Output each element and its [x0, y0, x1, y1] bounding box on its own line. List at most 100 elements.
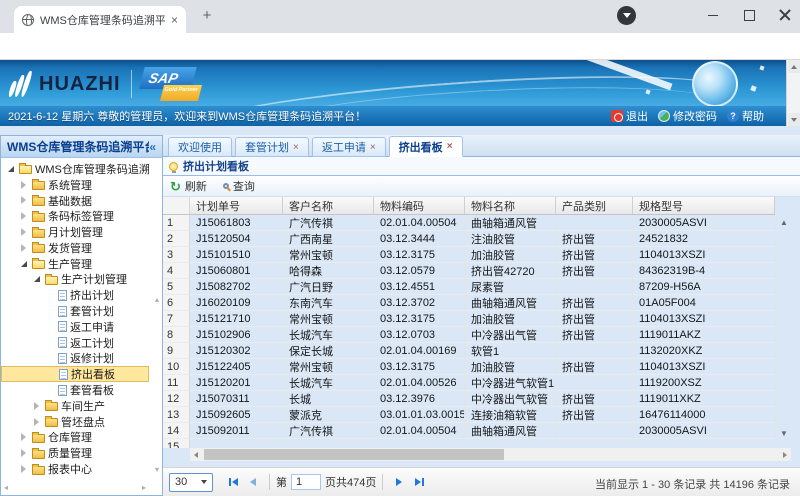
- tree-toggle-icon[interactable]: [5, 166, 16, 172]
- browser-tab[interactable]: WMS仓库管理条码追溯平台 ×: [14, 6, 186, 33]
- new-tab-button[interactable]: +: [198, 8, 216, 26]
- last-page-button[interactable]: [409, 472, 429, 492]
- page-number-input[interactable]: 1: [291, 474, 321, 490]
- scroll-down-icon[interactable]: [788, 113, 800, 126]
- tree-node[interactable]: 月计划管理: [1, 224, 149, 240]
- grid-horizontal-scrollbar[interactable]: [190, 448, 791, 461]
- panel-title-text: 挤出计划看板: [183, 158, 249, 174]
- table-row[interactable]: 9 J15120302 保定长城 02.01.04.00169 软管1 1132…: [163, 343, 775, 359]
- browser-profile-icon[interactable]: [617, 6, 636, 25]
- tree-toggle-icon[interactable]: [18, 196, 29, 204]
- table-row[interactable]: 10 J15122405 常州宝顿 03.12.3175 加油胶管 挤出管 11…: [163, 359, 775, 375]
- grid-header-plan-no[interactable]: 计划单号: [190, 197, 283, 214]
- tab-close-icon[interactable]: ×: [293, 142, 299, 153]
- tree-node[interactable]: 条码标签管理: [1, 208, 149, 224]
- table-row[interactable]: 4 J15060801 哈得森 03.12.0579 挤出管42720 挤出管 …: [163, 263, 775, 279]
- table-row[interactable]: 8 J15102906 长城汽车 03.12.0703 中冷器出气管 挤出管 1…: [163, 327, 775, 343]
- tab-close-icon[interactable]: ×: [447, 141, 453, 152]
- sidebar-collapse-icon[interactable]: «: [149, 140, 156, 154]
- cell-row-number: 2: [163, 231, 190, 247]
- tree-node[interactable]: 套管看板: [1, 382, 149, 398]
- window-close-button[interactable]: [770, 0, 800, 30]
- tree-node[interactable]: 系统管理: [1, 177, 149, 193]
- table-row-partial[interactable]: 15: [163, 439, 190, 448]
- page-scrollbar[interactable]: [786, 60, 800, 126]
- table-row[interactable]: 3 J15101510 常州宝顿 03.12.3175 加油胶管 挤出管 110…: [163, 247, 775, 263]
- table-row[interactable]: 6 J16020109 东南汽车 03.12.3702 曲轴箱通风管 挤出管 0…: [163, 295, 775, 311]
- content-tab[interactable]: 套管计划 ×: [235, 137, 309, 157]
- tree-toggle-icon[interactable]: [18, 181, 29, 189]
- table-row[interactable]: 12 J15070311 长城 03.12.3976 中冷器出气软管 挤出管 1…: [163, 391, 775, 407]
- grid-header-material-name[interactable]: 物料名称: [465, 197, 556, 214]
- scrollbar-thumb[interactable]: [204, 449, 504, 460]
- tree-scroll-right-icon[interactable]: ▸: [142, 484, 146, 492]
- pager-divider: [269, 474, 270, 490]
- help-button[interactable]: ? 帮助: [727, 108, 764, 124]
- next-page-button[interactable]: [389, 472, 409, 492]
- table-row[interactable]: 1 J15061803 广汽传祺 02.01.04.00504 曲轴箱通风管 2…: [163, 215, 775, 231]
- tree-node[interactable]: 管坯盘点: [1, 414, 149, 430]
- content-tab[interactable]: 挤出看板 ×: [389, 136, 463, 157]
- first-page-button[interactable]: [223, 472, 243, 492]
- tree-toggle-icon[interactable]: [18, 449, 29, 457]
- tree-node[interactable]: 生产计划管理: [1, 272, 149, 288]
- tree-scroll-up-icon[interactable]: ▴: [155, 296, 159, 304]
- cell-material-code: 03.12.3175: [374, 311, 465, 327]
- table-row[interactable]: 5 J15082702 广汽日野 03.12.4551 尿素管 87209-H5…: [163, 279, 775, 295]
- tree-toggle-icon[interactable]: [18, 433, 29, 441]
- tree-scroll-down-icon[interactable]: ▾: [155, 466, 159, 474]
- tree-node-label: 发货管理: [48, 240, 92, 256]
- grid-scroll-up-icon[interactable]: ▲: [780, 218, 788, 227]
- tree-node[interactable]: 返工申请: [1, 319, 149, 335]
- tree-toggle-icon[interactable]: [18, 212, 29, 220]
- grid-header-material-code[interactable]: 物料编码: [374, 197, 465, 214]
- tree-node[interactable]: 返工计划: [1, 335, 149, 351]
- tree-node[interactable]: 报表中心: [1, 461, 149, 477]
- table-row[interactable]: 7 J15121710 常州宝顿 03.12.3175 加油胶管 挤出管 110…: [163, 311, 775, 327]
- page-size-select[interactable]: 30: [169, 473, 213, 492]
- scroll-right-icon[interactable]: [779, 448, 791, 461]
- tab-close-icon[interactable]: ×: [370, 142, 376, 153]
- tree-node-icon: [32, 450, 45, 459]
- logout-button[interactable]: 退出: [611, 108, 648, 124]
- content-tab[interactable]: 返工申请 ×: [312, 137, 386, 157]
- scroll-left-icon[interactable]: [190, 448, 202, 461]
- tree-node[interactable]: 套管计划: [1, 303, 149, 319]
- tree-toggle-icon[interactable]: [18, 228, 29, 236]
- tree-node[interactable]: 基础数据: [1, 193, 149, 209]
- window-maximize-button[interactable]: [734, 0, 764, 30]
- grid-scroll-down-icon[interactable]: ▼: [780, 429, 788, 438]
- change-password-button[interactable]: 修改密码: [658, 108, 717, 124]
- scroll-up-icon[interactable]: [788, 60, 800, 73]
- grid-header-product-type[interactable]: 产品类别: [556, 197, 633, 214]
- query-button[interactable]: 查询: [223, 178, 255, 194]
- tree-node[interactable]: 挤出计划: [1, 287, 149, 303]
- tab-close-icon[interactable]: ×: [171, 13, 178, 27]
- table-row[interactable]: 11 J15120201 长城汽车 02.01.04.00526 中冷器进气软管…: [163, 375, 775, 391]
- tree-toggle-icon[interactable]: [18, 244, 29, 252]
- grid-header-customer[interactable]: 客户名称: [283, 197, 374, 214]
- tree-node[interactable]: 发货管理: [1, 240, 149, 256]
- refresh-button[interactable]: ↻ 刷新: [170, 178, 207, 194]
- tree-node[interactable]: 仓库管理: [1, 430, 149, 446]
- table-row[interactable]: 14 J15092011 广汽传祺 02.01.04.00504 曲轴箱通风管 …: [163, 423, 775, 439]
- tree-toggle-icon[interactable]: [31, 276, 42, 282]
- grid-header-spec[interactable]: 规格型号: [633, 197, 775, 214]
- tree-node[interactable]: 车间生产: [1, 398, 149, 414]
- tree-toggle-icon[interactable]: [18, 465, 29, 473]
- tree-toggle-icon[interactable]: [31, 402, 42, 410]
- table-row[interactable]: 13 J15092605 蒙派克 03.01.01.03.00152 连接油箱软…: [163, 407, 775, 423]
- tree-node[interactable]: 质量管理: [1, 445, 149, 461]
- browser-tab-bar: WMS仓库管理条码追溯平台 × +: [0, 0, 800, 33]
- tree-node[interactable]: WMS仓库管理条码追溯系统: [1, 161, 149, 177]
- window-minimize-button[interactable]: [698, 0, 728, 30]
- tree-node[interactable]: 挤出看板: [1, 366, 149, 382]
- tree-toggle-icon[interactable]: [31, 418, 42, 426]
- prev-page-button[interactable]: [243, 472, 263, 492]
- tree-node[interactable]: 返修计划: [1, 351, 149, 367]
- content-tab[interactable]: 欢迎使用: [168, 137, 232, 157]
- tree-node[interactable]: 生产管理: [1, 256, 149, 272]
- tree-toggle-icon[interactable]: [18, 261, 29, 267]
- table-row[interactable]: 2 J15120504 广西南星 03.12.3444 注油胶管 挤出管 245…: [163, 231, 775, 247]
- tree-scroll-left-icon[interactable]: ◂: [4, 484, 8, 492]
